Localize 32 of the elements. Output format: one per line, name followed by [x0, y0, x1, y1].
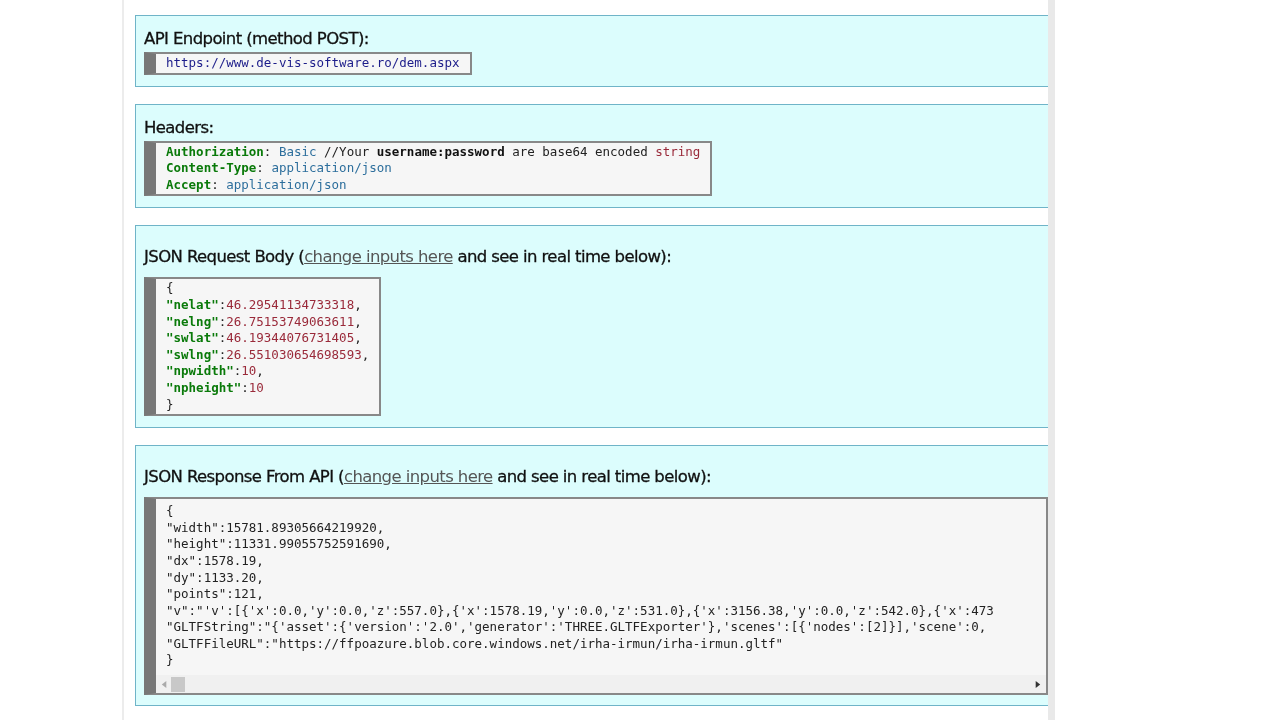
- code-line: "npheight":10: [166, 379, 265, 397]
- section-heading: Headers:: [144, 117, 215, 137]
- code-line: "swlng":26.551030654698593,: [166, 346, 370, 364]
- code-line: "swlat":46.19344076731405,: [166, 330, 363, 347]
- code-line: Authorization: Basic //Your username:password are base64 encoded string: [166, 143, 701, 161]
- code-line: "height":11331.99055752591690,: [166, 536, 393, 553]
- code-line: "nelng":26.75153749063611,: [166, 313, 363, 331]
- code-line: Content-Type: application/json: [166, 160, 393, 177]
- code-line: "GLTFString":"{'asset':{'version':'2.0','generator':'THREE.GLTFExporter'},'scenes':[{'nodes':[2]}],'scene':0,: [166, 619, 988, 636]
- code-line: {: [166, 280, 175, 297]
- code-line: }: [166, 396, 175, 414]
- code-line: "GLTFFileURL":"https://ffpoazure.blob.core.windows.net/irha-irmun/irha-irmun.gltf": [166, 635, 785, 653]
- scrollbar-thumb[interactable]: [171, 676, 185, 692]
- code-line: Accept: application/json: [166, 176, 348, 194]
- section-heading: JSON Response From API (change inputs here and see in real time below):: [144, 467, 712, 487]
- code-line: "points":121,: [166, 586, 265, 603]
- section-heading: JSON Request Body (change inputs here and see in real time below):: [144, 247, 673, 267]
- change-inputs-link[interactable]: change inputs here: [304, 247, 453, 267]
- code-line: "dx":1578.19,: [166, 552, 265, 570]
- code-line: }: [166, 652, 175, 670]
- code-line: "dy":1133.20,: [166, 569, 265, 587]
- change-inputs-link[interactable]: change inputs here: [343, 467, 493, 487]
- code-line: {: [166, 503, 175, 520]
- horizontal-scrollbar[interactable]: [156, 675, 1046, 694]
- section-heading: API Endpoint (method POST):: [144, 29, 370, 48]
- code-line: "width":15781.89305664219920,: [166, 519, 386, 537]
- code-line: "nelat":46.29541134733318,: [166, 296, 363, 314]
- scroll-right-icon[interactable]: [1033, 679, 1042, 689]
- code-line: "v":"'v':[{'x':0.0,'y':0.0,'z':557.0},{'x':1578.19,'y':0.0,'z':531.0},{'x':3156.38,'y':0.0,'z':542.0},{'x':473: [166, 602, 995, 620]
- scroll-left-icon[interactable]: [160, 679, 169, 689]
- code-line: https://www.de-vis-software.ro/dem.aspx: [166, 55, 460, 72]
- code-line: "npwidth":10,: [166, 363, 265, 380]
